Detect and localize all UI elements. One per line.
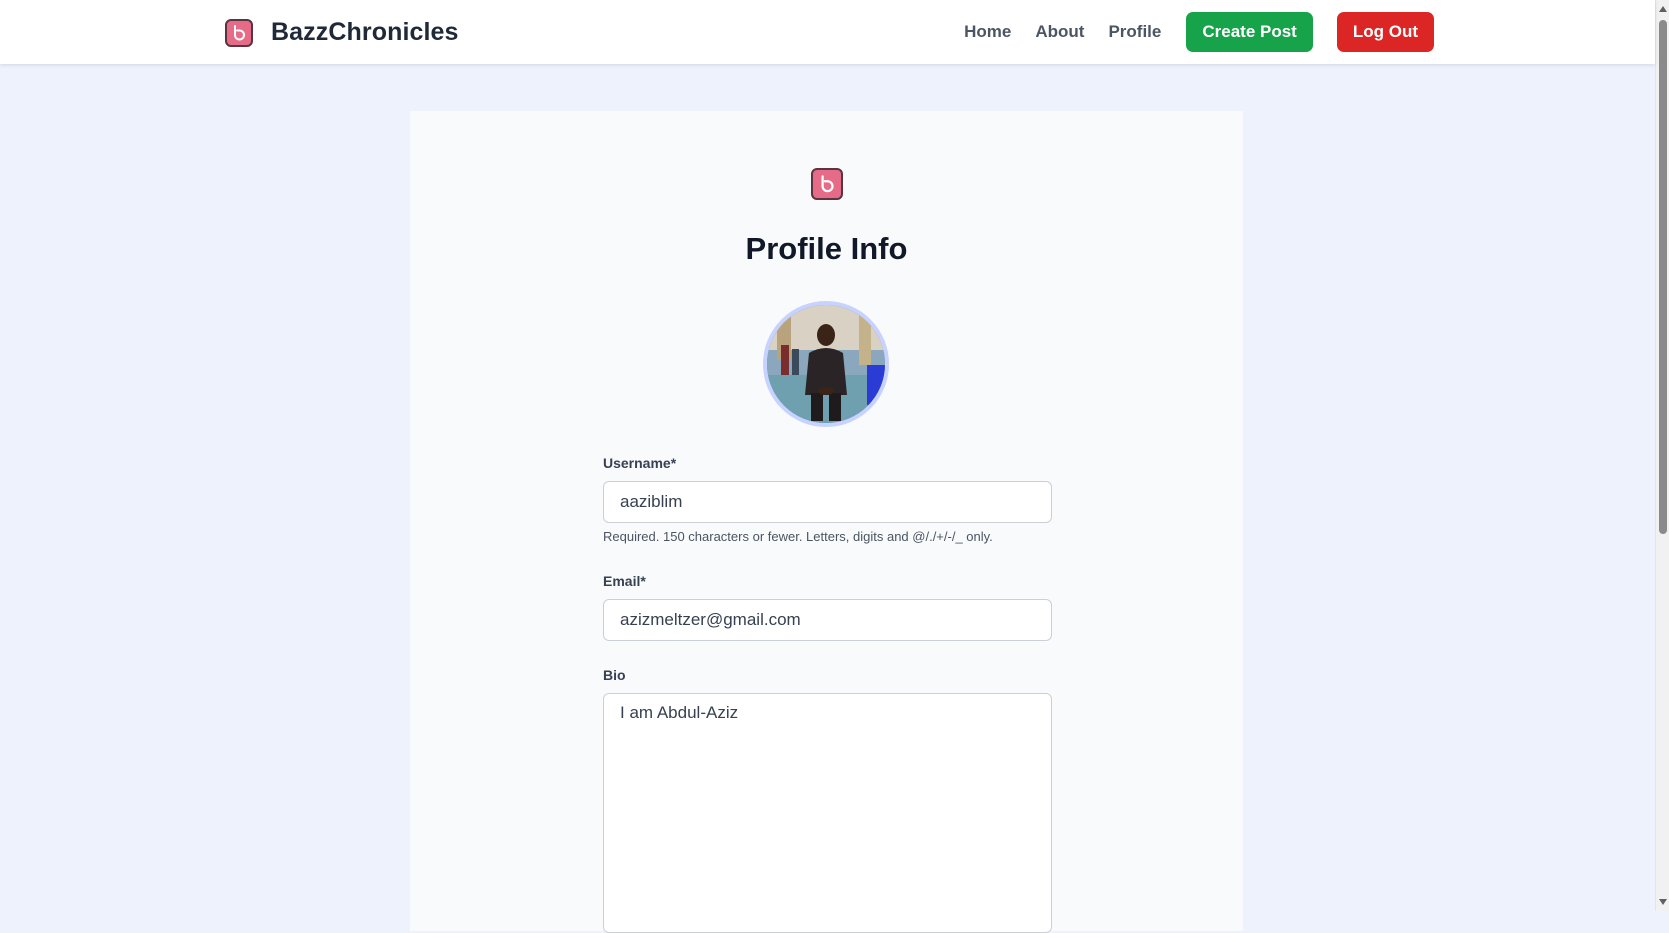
profile-card: Profile Info Username* aaziblim Required… (410, 111, 1243, 933)
nav-link-profile[interactable]: Profile (1108, 22, 1161, 42)
scroll-up-icon[interactable] (1659, 6, 1667, 12)
username-label: Username* (603, 455, 677, 471)
create-post-button[interactable]: Create Post (1186, 12, 1313, 52)
email-label: Email* (603, 573, 646, 589)
nav-links: Home About Profile Create Post Log Out (964, 12, 1434, 52)
username-input[interactable]: aaziblim (603, 481, 1052, 523)
scroll-down-icon[interactable] (1659, 899, 1667, 905)
brand[interactable]: BazzChronicles (225, 18, 459, 47)
avatar[interactable] (763, 301, 889, 427)
username-help-text: Required. 150 characters or fewer. Lette… (603, 529, 993, 544)
email-input[interactable]: azizmeltzer@gmail.com (603, 599, 1052, 641)
nav-link-about[interactable]: About (1035, 22, 1084, 42)
page-scrollbar[interactable] (1655, 0, 1669, 911)
bio-label: Bio (603, 667, 626, 683)
bio-textarea[interactable]: I am Abdul-Aziz (603, 693, 1052, 933)
bazz-logo-icon (811, 168, 843, 200)
bazz-logo-icon[interactable] (225, 18, 253, 47)
scrollbar-thumb[interactable] (1659, 20, 1667, 534)
log-out-button[interactable]: Log Out (1336, 12, 1434, 52)
brand-name[interactable]: BazzChronicles (271, 18, 459, 47)
top-navbar: BazzChronicles Home About Profile Create… (0, 0, 1655, 64)
nav-link-home[interactable]: Home (964, 22, 1011, 42)
page-title: Profile Info (745, 231, 908, 266)
